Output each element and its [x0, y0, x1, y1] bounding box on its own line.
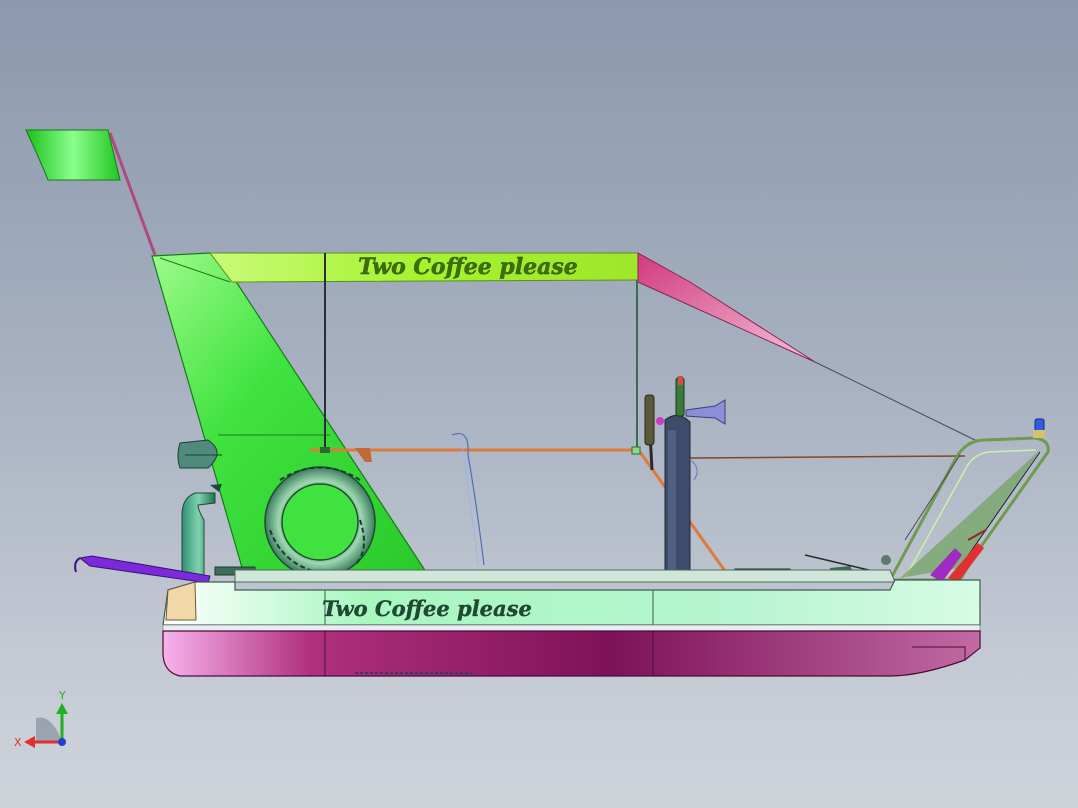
- flag[interactable]: [25, 129, 121, 181]
- bow-cable: [964, 451, 1041, 561]
- hull-stripe: [162, 624, 981, 632]
- deck-edge: [234, 569, 896, 583]
- hull-lower[interactable]: [162, 630, 981, 677]
- hull-upper[interactable]: [162, 579, 981, 626]
- axis-triad[interactable]: Y X: [14, 689, 68, 749]
- flag-pole[interactable]: [108, 132, 157, 256]
- rail-clamp: [320, 447, 330, 453]
- canopy-label: Two Coffee please: [358, 254, 578, 280]
- console-highlight: [668, 430, 676, 575]
- navigation-light-icon[interactable]: [1034, 418, 1045, 432]
- swim-platform-hook: [74, 557, 81, 573]
- stern-lamp[interactable]: [177, 439, 218, 469]
- y-axis-label: Y: [58, 689, 66, 702]
- windshield-edge: [447, 437, 479, 566]
- x-axis-label: X: [14, 736, 22, 749]
- triad-plane: [36, 717, 62, 742]
- throttle-knob[interactable]: [678, 376, 683, 385]
- bow-line: [689, 455, 966, 459]
- front-awning[interactable]: [637, 252, 816, 363]
- stern-cap: [165, 581, 197, 621]
- x-axis-arrowhead: [24, 736, 35, 748]
- boat-model[interactable]: Two Coffee please Two Coffee please Y X: [0, 0, 1078, 808]
- y-axis-arrowhead: [56, 703, 68, 714]
- console-cable: [689, 459, 698, 481]
- z-axis-icon: [58, 738, 66, 746]
- bow-cleat: [881, 555, 891, 565]
- rail-joint: [631, 446, 641, 455]
- steering-wheel[interactable]: [644, 394, 655, 446]
- hull-label: Two Coffee please: [322, 596, 532, 621]
- horn-icon[interactable]: [685, 399, 726, 425]
- windshield[interactable]: [451, 433, 485, 566]
- cad-viewport[interactable]: Two Coffee please Two Coffee please Y X: [0, 0, 1078, 808]
- console-button-icon[interactable]: [656, 417, 664, 425]
- exhaust-pipe[interactable]: [181, 492, 216, 576]
- rail-bracket: [355, 448, 372, 462]
- front-stay: [814, 361, 976, 441]
- navigation-light-base: [1033, 430, 1045, 438]
